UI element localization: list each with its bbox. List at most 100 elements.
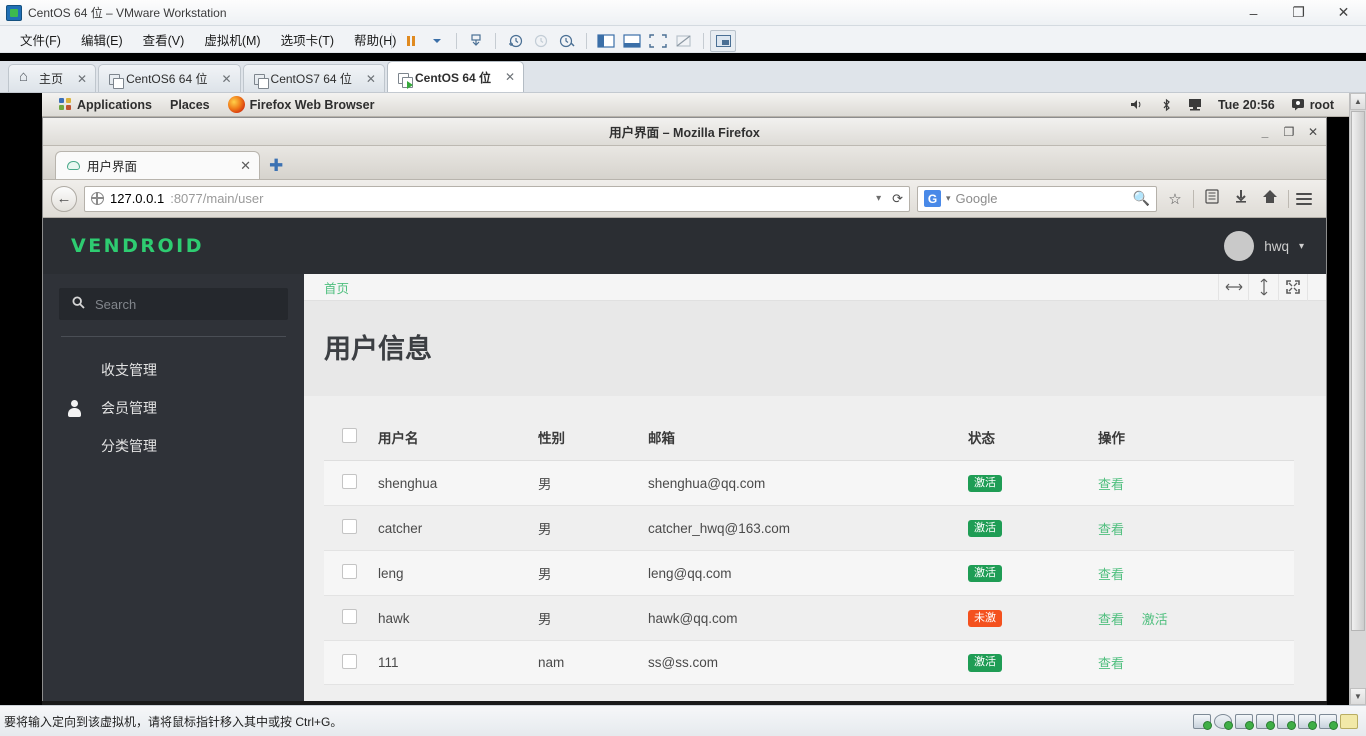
- usb-icon[interactable]: [1277, 713, 1296, 730]
- gnome-clock[interactable]: Tue 20:56: [1211, 98, 1282, 112]
- cloud-icon: [67, 161, 80, 170]
- sidebar-item-income-expense[interactable]: 收支管理: [43, 351, 304, 389]
- sidebar-search-box[interactable]: [59, 288, 288, 320]
- vm-tab-centos64[interactable]: CentOS 64 位 ✕: [386, 61, 525, 92]
- close-icon[interactable]: ✕: [505, 70, 515, 84]
- reading-list-icon[interactable]: [1201, 189, 1223, 208]
- row-checkbox[interactable]: [342, 609, 357, 624]
- cell-actions: 查看: [1090, 640, 1294, 685]
- table-row[interactable]: catcher 男 catcher_hwq@163.com 激活 查看: [324, 505, 1294, 551]
- select-all-checkbox[interactable]: [342, 428, 357, 443]
- unity-mode-icon[interactable]: [671, 30, 697, 52]
- activate-link[interactable]: 激活: [1142, 612, 1168, 627]
- home-icon: [19, 68, 33, 86]
- row-checkbox[interactable]: [342, 653, 357, 669]
- status-badge: 激活: [968, 564, 1002, 583]
- chevron-down-icon[interactable]: ▾: [876, 193, 881, 204]
- dropdown-caret-icon[interactable]: [424, 30, 450, 52]
- close-icon[interactable]: ✕: [221, 72, 231, 86]
- gnome-applications-menu[interactable]: Applications: [50, 98, 161, 112]
- browser-tab-label: 用户界面: [87, 160, 138, 174]
- close-icon[interactable]: ✕: [366, 72, 376, 86]
- row-checkbox[interactable]: [342, 474, 357, 489]
- display-icon[interactable]: [1319, 713, 1338, 730]
- row-checkbox[interactable]: [342, 519, 357, 534]
- printer-icon[interactable]: [1256, 713, 1275, 730]
- search-input[interactable]: [95, 296, 275, 312]
- show-library-icon[interactable]: [593, 30, 619, 52]
- note-icon[interactable]: [1340, 713, 1358, 729]
- take-snapshot-icon[interactable]: [502, 30, 528, 52]
- search-icon[interactable]: 🔍: [1133, 190, 1150, 207]
- resize-vertical-icon[interactable]: [1248, 274, 1278, 301]
- close-icon[interactable]: ✕: [1306, 125, 1320, 139]
- table-row[interactable]: shenghua 男 shenghua@qq.com 激活 查看: [324, 460, 1294, 506]
- gnome-places-menu[interactable]: Places: [161, 98, 219, 112]
- harddisk-icon[interactable]: [1193, 713, 1212, 730]
- new-tab-button[interactable]: ✚: [260, 156, 292, 179]
- display-icon[interactable]: [1181, 98, 1209, 111]
- menu-icon[interactable]: [1296, 192, 1318, 205]
- maximize-icon[interactable]: ❐: [1282, 125, 1296, 139]
- cd-icon[interactable]: [1214, 713, 1233, 730]
- table-row[interactable]: leng 男 leng@qq.com 激活 查看: [324, 550, 1294, 596]
- bluetooth-icon[interactable]: [1154, 98, 1179, 112]
- close-icon[interactable]: ✕: [240, 158, 251, 174]
- console-view-icon[interactable]: [710, 29, 736, 52]
- sidebar-item-categories[interactable]: 分类管理: [43, 427, 304, 465]
- sound-icon[interactable]: [1298, 713, 1317, 730]
- maximize-icon[interactable]: ❐: [1276, 0, 1321, 26]
- pause-icon[interactable]: [398, 30, 424, 52]
- guest-vertical-scrollbar[interactable]: ▲ ▼: [1349, 93, 1366, 705]
- back-button[interactable]: ←: [51, 185, 77, 212]
- table-header-row: 用户名 性别 邮箱 状态 操作: [324, 414, 1294, 461]
- volume-icon[interactable]: [1123, 98, 1152, 111]
- table-row[interactable]: 111 nam ss@ss.com 激活 查看: [324, 640, 1294, 685]
- vm-tab-centos7[interactable]: CentOS7 64 位 ✕: [242, 64, 385, 92]
- downloads-icon[interactable]: [1230, 189, 1252, 208]
- avatar: [1224, 231, 1255, 261]
- view-link[interactable]: 查看: [1098, 612, 1124, 627]
- breadcrumb[interactable]: 首页: [324, 278, 349, 297]
- view-link[interactable]: 查看: [1098, 656, 1124, 671]
- row-checkbox[interactable]: [342, 564, 357, 579]
- network-icon[interactable]: [1235, 713, 1254, 730]
- vm-tab-home[interactable]: 主页 ✕: [8, 64, 97, 92]
- minimize-icon[interactable]: –: [1231, 0, 1276, 26]
- manage-snapshot-icon[interactable]: [554, 30, 580, 52]
- sidebar-item-members[interactable]: 会员管理: [43, 389, 304, 427]
- browser-tab-user-interface[interactable]: 用户界面 ✕: [55, 151, 260, 179]
- cell-username: leng: [370, 550, 530, 596]
- gnome-current-app[interactable]: Firefox Web Browser: [219, 96, 384, 113]
- view-link[interactable]: 查看: [1098, 477, 1124, 492]
- close-icon[interactable]: ✕: [77, 72, 87, 86]
- search-bar[interactable]: G ▾ Google 🔍: [917, 185, 1157, 212]
- expand-fullscreen-icon[interactable]: [1278, 274, 1308, 301]
- scroll-up-icon[interactable]: ▲: [1350, 93, 1366, 110]
- vm-tab-centos6[interactable]: CentOS6 64 位 ✕: [98, 64, 241, 92]
- app-logo[interactable]: VENDROID: [71, 235, 204, 257]
- app-body: 收支管理 会员管理 分类管理 首: [43, 274, 1326, 705]
- scroll-down-icon[interactable]: ▼: [1350, 688, 1366, 705]
- home-icon[interactable]: [1259, 189, 1281, 208]
- show-thumbnail-bar-icon[interactable]: [619, 30, 645, 52]
- gnome-user-menu[interactable]: root: [1284, 98, 1341, 112]
- snapshot-manager-icon[interactable]: [463, 30, 489, 52]
- reload-icon[interactable]: ⟳: [887, 191, 903, 207]
- resize-horizontal-icon[interactable]: [1218, 274, 1248, 301]
- row-select-cell: [324, 460, 370, 506]
- chevron-down-icon[interactable]: ▾: [946, 193, 951, 204]
- close-icon[interactable]: ✕: [1321, 0, 1366, 26]
- full-screen-icon[interactable]: [645, 30, 671, 52]
- view-link[interactable]: 查看: [1098, 522, 1124, 537]
- revert-snapshot-icon[interactable]: [528, 30, 554, 52]
- url-bar[interactable]: 127.0.0.1:8077/main/user ▾ ⟳: [84, 185, 910, 212]
- view-link[interactable]: 查看: [1098, 567, 1124, 582]
- scrollbar-thumb[interactable]: [1351, 111, 1365, 631]
- row-select-cell: [324, 640, 370, 685]
- vmware-window-controls[interactable]: – ❐ ✕: [1231, 0, 1366, 26]
- user-menu[interactable]: hwq ▾: [1224, 231, 1304, 261]
- table-row[interactable]: hawk 男 hawk@qq.com 未激 查看 激活: [324, 595, 1294, 641]
- bookmark-star-icon[interactable]: ☆: [1164, 190, 1186, 208]
- minimize-icon[interactable]: _: [1258, 125, 1272, 139]
